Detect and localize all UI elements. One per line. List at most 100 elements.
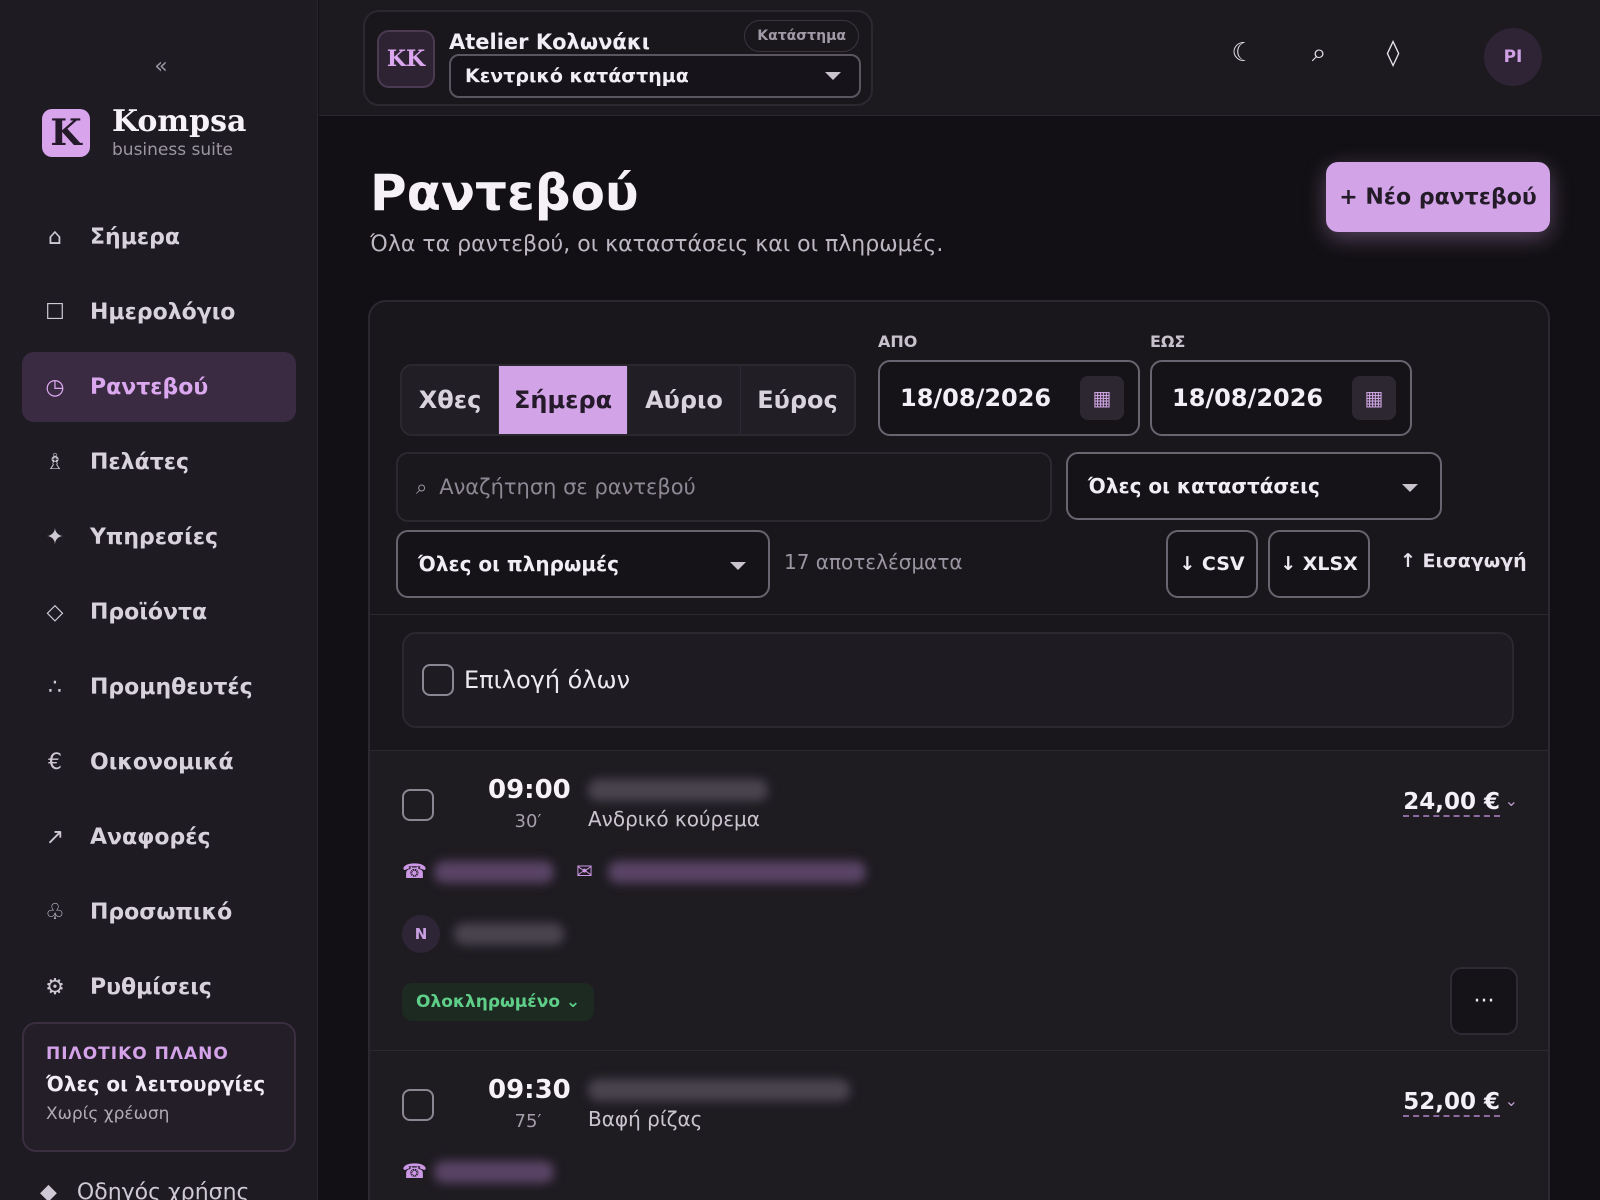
status-select[interactable]: Όλες οι καταστάσεις <box>1066 452 1442 520</box>
store-type-badge: Κατάστημα <box>744 20 859 52</box>
brand-subtitle: business suite <box>112 140 233 160</box>
export-csv-button[interactable]: ↓ CSV <box>1166 530 1258 598</box>
select-all-checkbox[interactable] <box>422 664 454 696</box>
appointment-service: Ανδρικό κούρεμα <box>588 807 760 831</box>
user-avatar[interactable]: PI <box>1484 28 1542 86</box>
chevron-down-icon <box>825 72 841 80</box>
calendar-icon[interactable]: ▦ <box>1080 376 1124 420</box>
clock-icon: ◷ <box>45 374 65 400</box>
sidebar-item-appointments[interactable]: ◷ Ραντεβού <box>22 352 296 422</box>
appointment-duration: 75′ <box>514 1111 542 1132</box>
plan-title: Όλες οι λειτουργίες <box>46 1072 266 1096</box>
divider <box>370 614 1548 615</box>
sidebar-item-today[interactable]: ⌂ Σήμερα <box>22 202 296 272</box>
sidebar-item-label: Οδηγός χρήσης <box>76 1180 250 1200</box>
phone-redacted <box>434 1161 554 1183</box>
branch-select[interactable]: Κεντρικό κατάστημα <box>449 54 861 98</box>
brand-logo: K <box>42 109 90 157</box>
phone-icon: ☎ <box>402 1159 427 1183</box>
page-title: Ραντεβού <box>370 164 639 222</box>
staff-icon: ♧ <box>45 899 65 925</box>
chevron-down-icon <box>1402 484 1418 492</box>
phone-redacted <box>434 861 554 883</box>
search-icon[interactable]: ⌕ <box>1303 38 1335 69</box>
sidebar-item-label: Ημερολόγιο <box>90 299 236 325</box>
collapse-sidebar-icon[interactable]: « <box>148 54 174 80</box>
sidebar-item-label: Ραντεβού <box>90 374 209 400</box>
date-range-tabs: Χθες Σήμερα Αύριο Εύρος <box>400 364 856 436</box>
sidebar: « K Kompsa business suite ⌂ Σήμερα ☐ Ημε… <box>0 0 318 1200</box>
staff-avatar: N <box>402 915 440 953</box>
import-button[interactable]: ↑ Εισαγωγή <box>1400 550 1527 572</box>
appointments-panel: Χθες Σήμερα Αύριο Εύρος ΑΠΟ 18/08/2026 ▦… <box>368 300 1550 1200</box>
chevron-down-icon[interactable]: ⌄ <box>1505 1091 1518 1110</box>
chevron-down-icon[interactable]: ⌄ <box>1505 791 1518 810</box>
store-name: Atelier Κολωνάκι <box>449 30 650 54</box>
phone-icon: ☎ <box>402 859 427 883</box>
arrow-up-right-icon: ↗ <box>45 824 65 850</box>
payment-select-value: Όλες οι πληρωμές <box>418 552 620 576</box>
staff-name-redacted <box>454 923 564 945</box>
export-xlsx-button[interactable]: ↓ XLSX <box>1268 530 1370 598</box>
store-avatar: KK <box>377 30 435 88</box>
sidebar-item-label: Οικονομικά <box>90 749 234 775</box>
from-date-field[interactable]: 18/08/2026 ▦ <box>878 360 1140 436</box>
diamond-icon: ◇ <box>46 599 64 625</box>
search-input[interactable] <box>439 475 1000 499</box>
tab-tomorrow[interactable]: Αύριο <box>628 366 741 434</box>
sidebar-item-clients[interactable]: ♗ Πελάτες <box>22 427 296 497</box>
client-name-redacted <box>588 779 768 801</box>
appointment-search[interactable]: ⌕ <box>396 452 1052 522</box>
tab-today[interactable]: Σήμερα <box>499 366 628 434</box>
select-all-label: Επιλογή όλων <box>464 666 631 694</box>
appointment-row[interactable]: 09:30 75′ Βαφή ρίζας 52,00 € ⌄ ☎ <box>370 1050 1548 1200</box>
gear-icon: ⚙ <box>45 974 65 1000</box>
branch-select-value: Κεντρικό κατάστημα <box>465 65 689 87</box>
to-date-value: 18/08/2026 <box>1172 384 1324 412</box>
appointment-price[interactable]: 52,00 € <box>1403 1089 1500 1117</box>
plan-tag: ΠΙΛΟΤΙΚΟ ΠΛΑΝΟ <box>46 1044 229 1064</box>
calendar-icon[interactable]: ▦ <box>1352 376 1396 420</box>
appointment-row[interactable]: 09:00 30′ Ανδρικό κούρεμα 24,00 € ⌄ ☎ ✉ … <box>370 750 1548 1050</box>
calendar-icon: ☐ <box>45 299 65 325</box>
to-date-field[interactable]: 18/08/2026 ▦ <box>1150 360 1412 436</box>
appointment-price[interactable]: 24,00 € <box>1403 789 1500 817</box>
sidebar-item-label: Προσωπικό <box>90 899 233 925</box>
row-checkbox[interactable] <box>402 789 434 821</box>
person-icon: ♗ <box>45 449 65 475</box>
moon-icon[interactable]: ☾ <box>1227 38 1259 68</box>
sparkle-icon: ✦ <box>45 524 65 550</box>
sidebar-item-finance[interactable]: € Οικονομικά <box>22 727 296 797</box>
row-checkbox[interactable] <box>402 1089 434 1121</box>
sidebar-item-services[interactable]: ✦ Υπηρεσίες <box>22 502 296 572</box>
diamond-icon[interactable]: ◊ <box>1377 38 1409 68</box>
new-appointment-button[interactable]: + Νέο ραντεβού <box>1326 162 1550 232</box>
status-badge[interactable]: Ολοκληρωμένο ⌄ <box>402 983 595 1021</box>
dots-icon: ∴ <box>48 674 62 700</box>
email-redacted <box>608 861 866 883</box>
sidebar-item-label: Σήμερα <box>90 224 180 250</box>
client-name-redacted <box>588 1079 850 1101</box>
sidebar-item-settings[interactable]: ⚙ Ρυθμίσεις <box>22 952 296 1022</box>
sidebar-item-guide[interactable]: ◆ Οδηγός χρήσης <box>40 1180 249 1200</box>
guide-icon: ◆ <box>40 1180 57 1200</box>
sidebar-item-label: Ρυθμίσεις <box>90 974 212 1000</box>
sidebar-item-reports[interactable]: ↗ Αναφορές <box>22 802 296 872</box>
tab-range[interactable]: Εύρος <box>741 366 854 434</box>
select-all-bar[interactable]: Επιλογή όλων <box>402 632 1514 728</box>
sidebar-item-label: Προμηθευτές <box>90 674 253 700</box>
to-label: ΕΩΣ <box>1150 332 1186 351</box>
more-actions-button[interactable]: ··· <box>1450 967 1518 1035</box>
plan-card[interactable]: ΠΙΛΟΤΙΚΟ ΠΛΑΝΟ Όλες οι λειτουργίες Χωρίς… <box>22 1022 296 1152</box>
home-icon: ⌂ <box>48 224 62 250</box>
sidebar-item-suppliers[interactable]: ∴ Προμηθευτές <box>22 652 296 722</box>
sidebar-item-calendar[interactable]: ☐ Ημερολόγιο <box>22 277 296 347</box>
sidebar-item-products[interactable]: ◇ Προϊόντα <box>22 577 296 647</box>
brand: K Kompsa business suite <box>42 106 246 160</box>
sidebar-item-staff[interactable]: ♧ Προσωπικό <box>22 877 296 947</box>
page-subtitle: Όλα τα ραντεβού, οι καταστάσεις και οι π… <box>370 232 944 257</box>
appointment-duration: 30′ <box>514 811 542 832</box>
payment-select[interactable]: Όλες οι πληρωμές <box>396 530 770 598</box>
sidebar-item-label: Αναφορές <box>90 824 211 850</box>
tab-yesterday[interactable]: Χθες <box>402 366 500 434</box>
